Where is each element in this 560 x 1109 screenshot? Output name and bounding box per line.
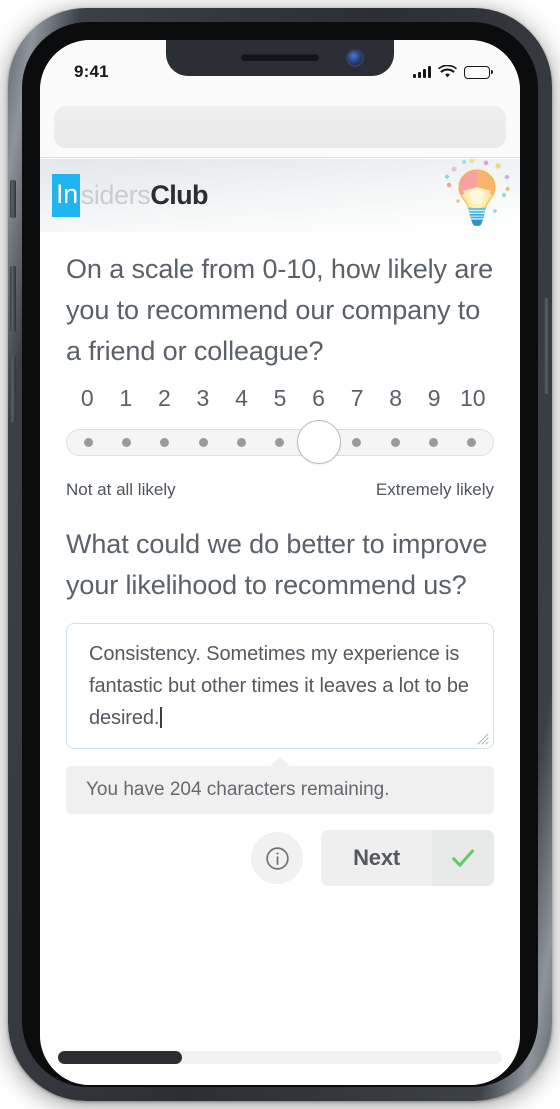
question-2-text: What could we do better to improve your …	[66, 529, 488, 600]
slider-track[interactable]	[66, 429, 494, 456]
slider-stop-4[interactable]	[222, 438, 260, 447]
logo-text-in: In	[52, 174, 80, 217]
scale-label-0: 0	[80, 385, 94, 411]
phone-screen: 9:41 In siders Club On a scale from 0-10…	[40, 40, 520, 1085]
question-1-text: On a scale from 0-10, how likely are you…	[66, 254, 494, 366]
scale-label-6: 6	[312, 385, 325, 411]
slider-thumb[interactable]	[296, 420, 341, 464]
webpage-content: In siders Club On a scale from 0-10, how…	[40, 159, 520, 1085]
scale-label-1: 1	[119, 385, 133, 411]
battery-full-icon	[464, 65, 493, 79]
phone-frame: 9:41 In siders Club On a scale from 0-10…	[8, 8, 552, 1101]
scale-label-3: 3	[196, 385, 210, 411]
next-button[interactable]: Next	[321, 830, 432, 886]
screenshot-stage: 9:41 In siders Club On a scale from 0-10…	[0, 0, 560, 1109]
action-bar: Next	[66, 830, 494, 886]
scale-label-10: 10	[459, 385, 486, 411]
logo-text-siders: siders	[80, 180, 151, 210]
scale-label-4: 4	[235, 385, 248, 411]
scale-label-9: 9	[427, 385, 441, 411]
site-header: In siders Club	[40, 159, 520, 232]
status-icon-group	[413, 65, 493, 79]
phone-notch	[166, 40, 394, 76]
confirm-check-button[interactable]	[432, 830, 494, 886]
scale-label-2: 2	[157, 385, 171, 411]
slider-stop-1[interactable]	[107, 438, 145, 447]
slider-stop-2[interactable]	[146, 438, 184, 447]
volume-down-button[interactable]	[10, 356, 16, 422]
volume-up-button[interactable]	[10, 266, 16, 332]
mute-switch-button[interactable]	[10, 180, 16, 218]
logo-text-club: Club	[150, 180, 208, 210]
scale-label-7: 7	[350, 385, 364, 411]
text-cursor	[160, 707, 162, 728]
progress-track	[58, 1051, 502, 1064]
character-counter: You have 204 characters remaining.	[66, 766, 494, 814]
scale-max-anchor: Extremely likely	[375, 480, 494, 499]
progress-fill	[58, 1051, 183, 1064]
slider-stop-0[interactable]	[69, 438, 107, 447]
scale-label-8: 8	[389, 385, 403, 411]
survey-body: On a scale from 0-10, how likely are you…	[40, 249, 520, 886]
nps-slider[interactable]	[66, 420, 494, 464]
url-address-field[interactable]	[54, 105, 506, 148]
info-circle-icon[interactable]	[251, 832, 304, 884]
slider-stop-8[interactable]	[376, 438, 414, 447]
feedback-textarea-value: Consistency. Sometimes my experience is …	[89, 643, 469, 729]
scale-label-5: 5	[273, 385, 287, 411]
lightbulb-icon	[440, 159, 514, 232]
scale-anchor-row: Not at all likely Extremely likely	[66, 480, 494, 500]
slider-stop-7[interactable]	[338, 438, 376, 447]
resize-handle-icon[interactable]	[477, 733, 489, 745]
front-camera-icon	[348, 51, 362, 65]
next-button-group[interactable]: Next	[321, 830, 494, 886]
wifi-icon	[438, 65, 457, 78]
browser-toolbar	[40, 96, 520, 158]
slider-stop-5[interactable]	[261, 438, 299, 447]
status-time: 9:41	[74, 62, 109, 81]
earpiece-speaker-icon	[241, 54, 319, 61]
site-logo[interactable]: In siders Club	[52, 174, 209, 217]
feedback-textarea[interactable]: Consistency. Sometimes my experience is …	[66, 623, 494, 749]
power-button[interactable]	[544, 298, 550, 394]
signal-bars-icon	[413, 66, 431, 78]
page-progress-bar	[40, 1043, 520, 1085]
check-icon	[452, 849, 474, 867]
slider-stop-10[interactable]	[453, 438, 491, 447]
slider-stop-9[interactable]	[414, 438, 452, 447]
scale-number-row: 0 1 2 3 4 5 6 7 8 9 10	[66, 385, 494, 412]
slider-stop-3[interactable]	[184, 438, 222, 447]
scale-min-anchor: Not at all likely	[66, 480, 176, 499]
